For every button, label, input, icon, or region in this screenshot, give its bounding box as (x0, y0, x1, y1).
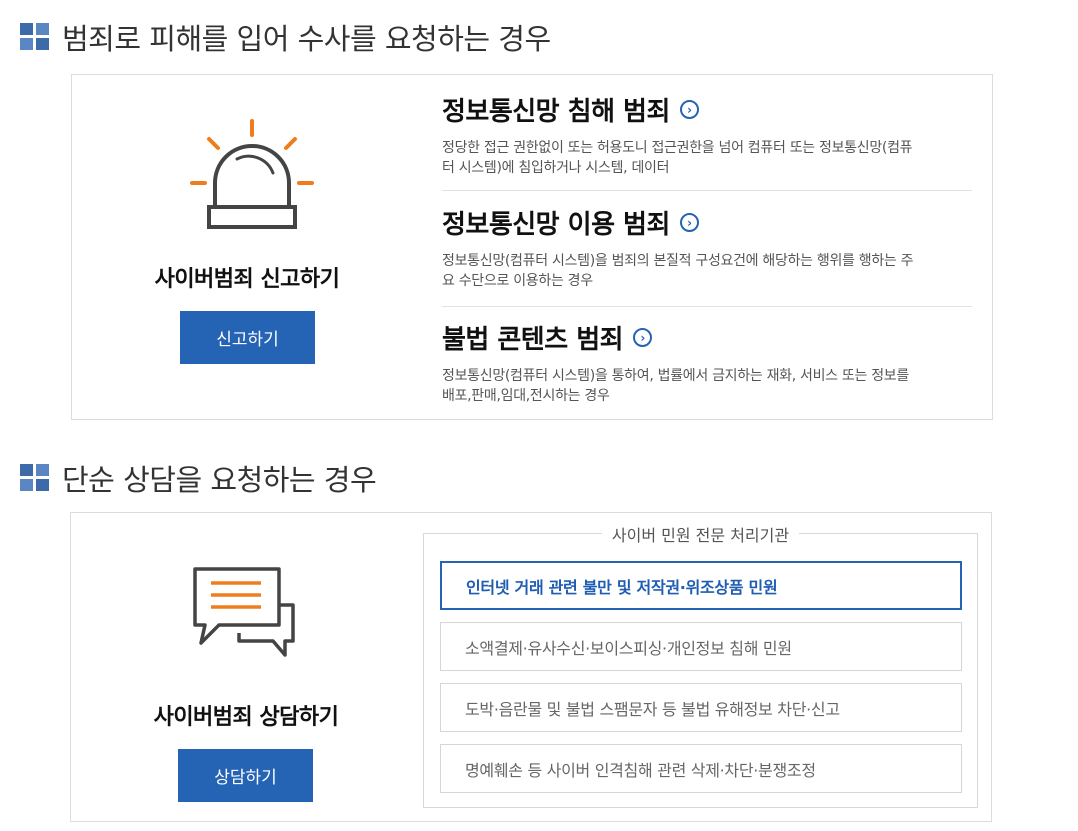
siren-icon (190, 119, 314, 229)
consult-left-panel: 사이버범죄 상담하기 상담하기 (71, 513, 421, 821)
circle-arrow-icon[interactable]: › (679, 213, 699, 232)
report-section-title: 범죄로 피해를 입어 수사를 요청하는 경우 (62, 22, 551, 56)
report-item-illegal-content: 불법 콘텐츠 범죄 › 정보통신망(컴퓨터 시스템)을 통하여, 법률에서 금지… (442, 319, 972, 406)
report-left-title: 사이버범죄 신고하기 (154, 267, 340, 292)
consult-button[interactable]: 상담하기 (178, 749, 313, 802)
report-item-title[interactable]: 정보통신망 침해 범죄 › (442, 91, 972, 128)
agency-option-defamation[interactable]: 명예훼손 등 사이버 인격침해 관련 삭제·차단·분쟁조정 (440, 744, 962, 793)
agency-group: 사이버 민원 전문 처리기관 인터넷 거래 관련 불만 및 저작권·위조상품 민… (423, 526, 978, 808)
chat-bubbles-icon (193, 567, 295, 657)
report-item-desc: 정보통신망(컴퓨터 시스템)을 범죄의 본질적 구성요건에 해당하는 행위를 행… (442, 251, 972, 291)
report-item-desc-line: 정보통신망(컴퓨터 시스템)을 통하여, 법률에서 금지하는 재화, 서비스 또… (442, 368, 909, 384)
circle-arrow-icon[interactable]: › (633, 328, 653, 347)
agency-option-payment-privacy[interactable]: 소액결제·유사수신·보이스피싱·개인정보 침해 민원 (440, 622, 962, 671)
circle-arrow-icon[interactable]: › (679, 100, 699, 119)
report-item-network-intrusion: 정보통신망 침해 범죄 › 정당한 접근 권한없이 또는 허용도니 접근권한을 … (442, 91, 972, 178)
report-item-network-use: 정보통신망 이용 범죄 › 정보통신망(컴퓨터 시스템)을 범죄의 본질적 구성… (442, 204, 972, 291)
report-item-desc-line: 배포,판매,임대,전시하는 경우 (442, 388, 610, 404)
agency-group-label: 사이버 민원 전문 처리기관 (601, 526, 800, 545)
consult-left-title: 사이버범죄 상담하기 (153, 705, 339, 730)
consult-section-heading: 단순 상담을 요청하는 경우 (20, 457, 377, 499)
report-item-title-text[interactable]: 불법 콘텐츠 범죄 (442, 319, 624, 356)
agency-option-ecommerce-copyright[interactable]: 인터넷 거래 관련 불만 및 저작권·위조상품 민원 (440, 561, 962, 610)
report-item-title-text[interactable]: 정보통신망 침해 범죄 (442, 91, 670, 128)
report-item-desc-line: 정당한 접근 권한없이 또는 허용도니 접근권한을 넘어 컴퓨터 또는 정보통신… (442, 140, 913, 156)
report-item-desc-line: 정보통신망(컴퓨터 시스템)을 범죄의 본질적 구성요건에 해당하는 행위를 행… (442, 253, 914, 269)
report-item-title[interactable]: 불법 콘텐츠 범죄 › (442, 319, 972, 356)
report-item-desc: 정당한 접근 권한없이 또는 허용도니 접근권한을 넘어 컴퓨터 또는 정보통신… (442, 138, 972, 178)
report-section-heading: 범죄로 피해를 입어 수사를 요청하는 경우 (20, 16, 551, 58)
report-box: 사이버범죄 신고하기 신고하기 정보통신망 침해 범죄 › 정당한 접근 권한없… (71, 74, 993, 420)
report-left-panel: 사이버범죄 신고하기 신고하기 (72, 75, 422, 419)
report-item-title-text[interactable]: 정보통신망 이용 범죄 (442, 204, 670, 241)
report-item-desc: 정보통신망(컴퓨터 시스템)을 통하여, 법률에서 금지하는 재화, 서비스 또… (442, 366, 972, 406)
consult-box: 사이버범죄 상담하기 상담하기 사이버 민원 전문 처리기관 인터넷 거래 관련… (70, 512, 992, 822)
grid-bullet-icon (20, 23, 50, 51)
divider (442, 306, 972, 307)
report-item-desc-line: 요 수단으로 이용하는 경우 (442, 273, 593, 289)
report-item-desc-line: 터 시스템)에 침입하거나 시스템, 데이터 (442, 160, 670, 176)
divider (442, 190, 972, 191)
agency-group-legend: 사이버 민원 전문 처리기관 (424, 522, 977, 546)
report-button[interactable]: 신고하기 (180, 311, 315, 364)
grid-bullet-icon (20, 464, 50, 492)
report-item-title[interactable]: 정보통신망 이용 범죄 › (442, 204, 972, 241)
consult-section-title: 단순 상담을 요청하는 경우 (62, 463, 377, 497)
agency-option-harmful-info[interactable]: 도박·음란물 및 불법 스팸문자 등 불법 유해정보 차단·신고 (440, 683, 962, 732)
